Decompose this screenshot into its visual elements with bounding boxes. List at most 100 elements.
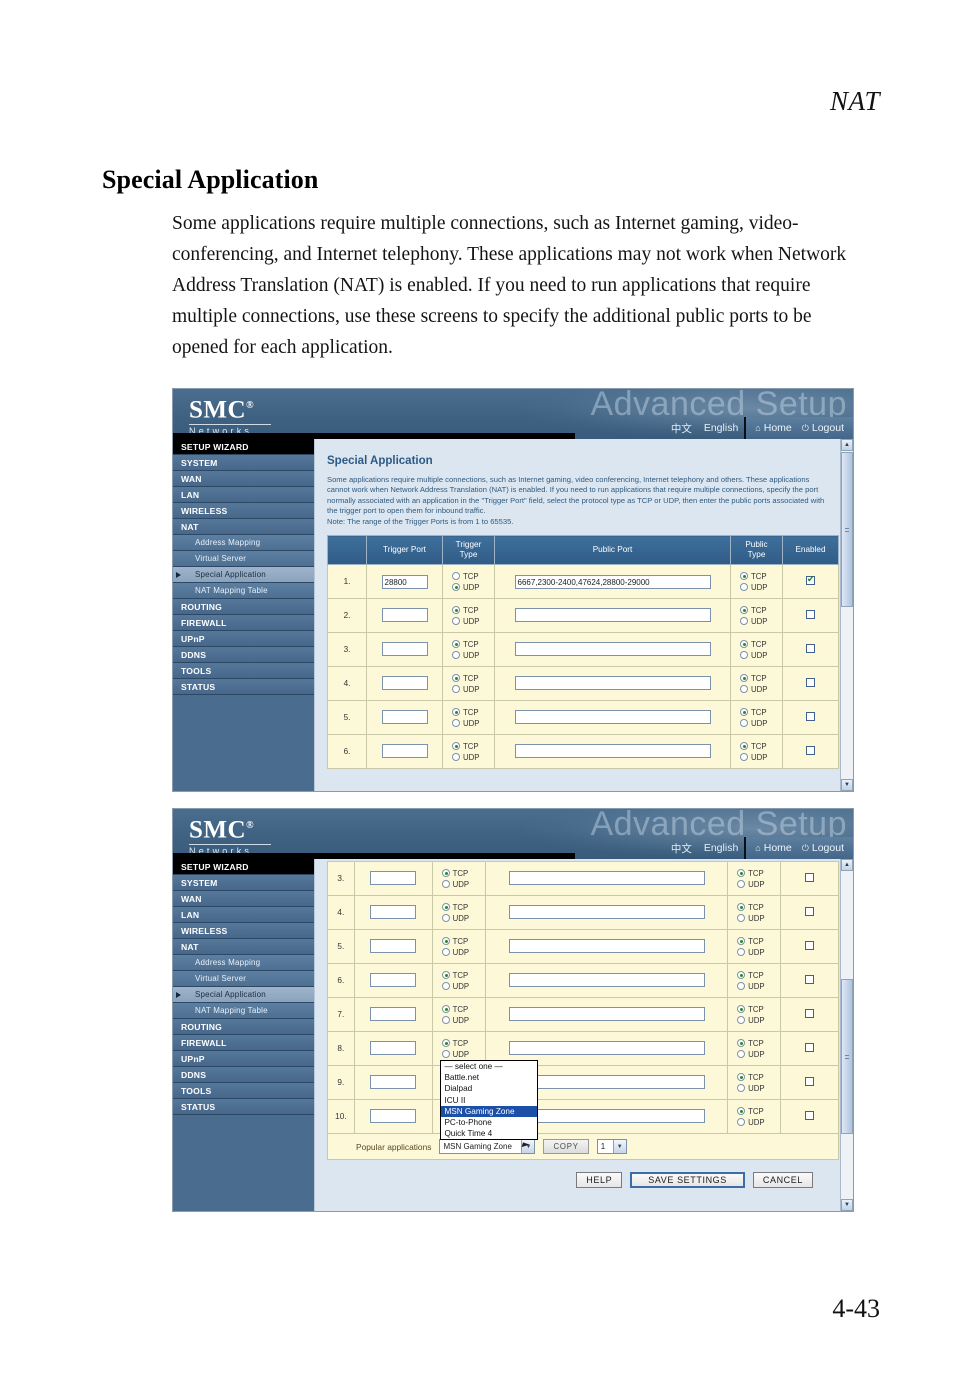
sidebar-item-ddns[interactable]: DDNS (173, 1067, 314, 1083)
public-type-radios-tcp[interactable]: TCP (740, 640, 767, 649)
public-type-radios-tcp[interactable]: TCP (740, 708, 767, 717)
sidebar-item-routing[interactable]: ROUTING (173, 599, 314, 615)
scrollbar-thumb[interactable] (841, 452, 853, 607)
sidebar-item-wan[interactable]: WAN (173, 471, 314, 487)
save-settings-button[interactable]: SAVE SETTINGS (630, 1172, 745, 1188)
enabled-checkbox[interactable] (805, 975, 815, 984)
public-port-input[interactable]: 6667,2300-2400,47624,28800-29000 (514, 574, 711, 589)
sidebar-item-lan[interactable]: LAN (173, 487, 314, 503)
lang-english-link-2[interactable]: English (698, 842, 744, 854)
public-type-radios-udp[interactable]: UDP (740, 617, 767, 626)
sidebar-item-nat[interactable]: NAT (173, 939, 314, 955)
public-type-radios-tcp[interactable]: TCP (737, 971, 764, 980)
public-type-radios-udp[interactable]: UDP (740, 583, 767, 592)
public-type-radios-udp[interactable]: UDP (737, 1016, 765, 1025)
sidebar-item-system[interactable]: SYSTEM (173, 455, 314, 471)
sidebar-item-setup-wizard[interactable]: SETUP WIZARD (173, 859, 314, 875)
trigger-port-input[interactable] (370, 870, 417, 885)
sidebar-item-virtual-server[interactable]: Virtual Server (173, 971, 314, 987)
trigger-type-radios-tcp[interactable]: TCP (441, 937, 468, 946)
public-type-radios-tcp[interactable]: TCP (737, 903, 764, 912)
sidebar-item-upnp[interactable]: UPnP (173, 1051, 314, 1067)
trigger-type-radios-udp[interactable]: UDP (452, 617, 479, 626)
sidebar-item-nat-mapping-table[interactable]: NAT Mapping Table (173, 583, 314, 599)
public-port-input[interactable] (514, 675, 711, 690)
public-port-input[interactable] (508, 972, 705, 987)
trigger-type-radios-udp[interactable]: UDP (441, 880, 469, 889)
enabled-checkbox[interactable] (805, 1043, 815, 1052)
enabled-checkbox[interactable] (805, 873, 815, 882)
public-port-input[interactable] (508, 904, 705, 919)
sidebar-item-virtual-server[interactable]: Virtual Server (173, 551, 314, 567)
sidebar-item-routing[interactable]: ROUTING (173, 1019, 314, 1035)
trigger-type-radios-tcp[interactable]: TCP (441, 1039, 468, 1048)
public-type-radios-udp[interactable]: UDP (740, 719, 767, 728)
trigger-type-radios-tcp[interactable]: TCP (452, 606, 479, 615)
trigger-port-input[interactable] (370, 1006, 417, 1021)
sidebar-item-wireless[interactable]: WIRELESS (173, 503, 314, 519)
trigger-type-radios-udp[interactable]: UDP (441, 914, 469, 923)
public-type-radios-udp[interactable]: UDP (740, 651, 767, 660)
sidebar-item-ddns[interactable]: DDNS (173, 647, 314, 663)
sidebar-item-tools[interactable]: TOOLS (173, 1083, 314, 1099)
enabled-checkbox[interactable] (805, 941, 815, 950)
sidebar-item-wireless[interactable]: WIRELESS (173, 923, 314, 939)
public-type-radios-tcp[interactable]: TCP (737, 937, 764, 946)
public-type-radios-udp[interactable]: UDP (737, 1050, 765, 1059)
public-type-radios-tcp[interactable]: TCP (737, 1107, 764, 1116)
trigger-type-radios-tcp[interactable]: TCP (441, 903, 468, 912)
public-port-input[interactable] (508, 1040, 705, 1055)
scroll-down-icon[interactable]: ▼ (841, 779, 853, 791)
enabled-checkbox[interactable] (806, 644, 815, 654)
dropdown-option[interactable]: Battle.net (441, 1072, 537, 1083)
trigger-type-radios-tcp[interactable]: TCP (441, 1005, 468, 1014)
enabled-checkbox[interactable] (805, 1009, 815, 1018)
trigger-type-radios-udp[interactable]: UDP (441, 982, 469, 991)
sidebar-item-special-application[interactable]: Special Application (173, 567, 314, 583)
public-type-radios-tcp[interactable]: TCP (740, 606, 767, 615)
sidebar-item-firewall[interactable]: FIREWALL (173, 1035, 314, 1051)
enabled-checkbox[interactable] (806, 746, 815, 756)
public-type-radios-tcp[interactable]: TCP (737, 1039, 764, 1048)
sidebar-item-address-mapping[interactable]: Address Mapping (173, 535, 314, 551)
enabled-checkbox[interactable] (806, 712, 815, 722)
trigger-port-input[interactable] (381, 743, 428, 758)
trigger-port-input[interactable] (381, 709, 428, 724)
trigger-type-radios-udp[interactable]: UDP (452, 651, 479, 660)
trigger-port-input[interactable] (370, 904, 417, 919)
public-type-radios-tcp[interactable]: TCP (740, 572, 767, 581)
lang-chinese-link-2[interactable]: 中文 (665, 841, 698, 856)
public-type-radios-tcp[interactable]: TCP (740, 742, 767, 751)
enabled-checkbox[interactable] (806, 574, 815, 586)
copy-target-select[interactable]: 1 ▼ (596, 1139, 627, 1154)
home-button-2[interactable]: ⌂ Home (755, 842, 791, 854)
trigger-port-input[interactable] (370, 1040, 417, 1055)
trigger-port-input[interactable] (370, 1108, 417, 1123)
trigger-type-radios-tcp[interactable]: TCP (452, 640, 479, 649)
trigger-type-radios-tcp[interactable]: TCP (452, 674, 479, 683)
public-type-radios-udp[interactable]: UDP (737, 914, 765, 923)
sidebar-item-firewall[interactable]: FIREWALL (173, 615, 314, 631)
home-button[interactable]: ⌂ Home (755, 422, 791, 434)
trigger-port-input[interactable]: 28800 (381, 574, 428, 589)
sidebar-item-special-application[interactable]: Special Application (173, 987, 314, 1003)
public-port-input[interactable] (514, 743, 711, 758)
cancel-button[interactable]: CANCEL (752, 1172, 813, 1188)
public-port-input[interactable] (508, 938, 705, 953)
dropdown-option[interactable]: MSN Gaming Zone (441, 1105, 538, 1118)
public-port-input[interactable] (508, 870, 705, 885)
sidebar-item-nat-mapping-table[interactable]: NAT Mapping Table (173, 1003, 314, 1019)
sidebar-item-status[interactable]: STATUS (173, 679, 314, 695)
sidebar-item-wan[interactable]: WAN (173, 891, 314, 907)
public-type-radios-udp[interactable]: UDP (737, 948, 765, 957)
sidebar-item-tools[interactable]: TOOLS (173, 663, 314, 679)
copy-button[interactable]: COPY (543, 1139, 589, 1154)
public-type-radios-udp[interactable]: UDP (737, 1118, 765, 1127)
sidebar-item-upnp[interactable]: UPnP (173, 631, 314, 647)
trigger-port-input[interactable] (370, 972, 417, 987)
trigger-port-input[interactable] (381, 675, 428, 690)
trigger-type-radios-tcp[interactable]: TCP (441, 869, 468, 878)
popular-applications-dropdown[interactable]: — select one — Battle.net Dialpad ICU II MSN… (440, 1060, 539, 1141)
trigger-port-input[interactable] (370, 938, 417, 953)
trigger-type-radios-tcp[interactable]: TCP (452, 708, 479, 717)
